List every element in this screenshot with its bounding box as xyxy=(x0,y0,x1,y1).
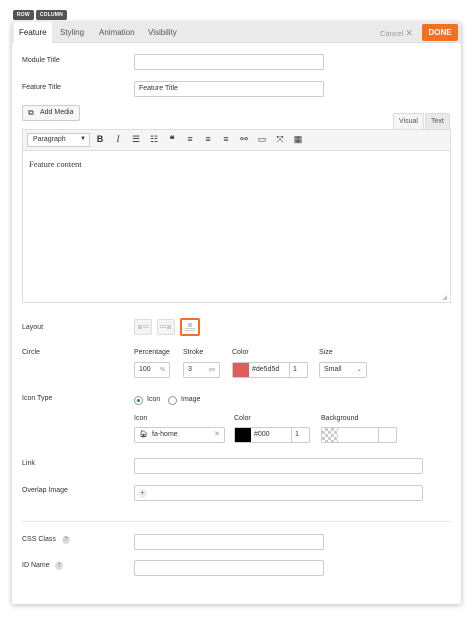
divider xyxy=(22,521,451,522)
circle-color-picker[interactable]: #de5d5d 1 xyxy=(232,362,308,378)
cancel-button[interactable]: Cancel ✕ xyxy=(380,28,413,39)
circle-color-value: #de5d5d xyxy=(252,366,280,373)
format-select[interactable]: Paragraph ▼ xyxy=(27,133,90,147)
icon-type-option-icon: Icon xyxy=(147,396,161,403)
id-name-label: ID Name xyxy=(22,562,50,569)
chevron-down-icon: ▼ xyxy=(80,136,86,142)
icon-type-option-image: Image xyxy=(181,396,201,403)
icon-top-layout-icon xyxy=(185,323,195,331)
breadcrumb: ROW COLUMN xyxy=(13,10,67,20)
css-class-label: CSS Class xyxy=(22,536,56,543)
percentage-label: Percentage xyxy=(134,349,170,356)
circle-color-label: Color xyxy=(232,349,249,356)
layout-label: Layout xyxy=(22,324,44,331)
chevron-down-icon: ⌄ xyxy=(356,366,362,373)
toolbar-toggle-icon[interactable]: ▦ xyxy=(292,134,304,145)
icon-field-value: fa-home xyxy=(152,431,178,438)
done-button[interactable]: DONE xyxy=(422,24,458,41)
content-editor[interactable]: Feature content ◢ xyxy=(22,151,451,303)
size-label: Size xyxy=(319,349,333,356)
tab-styling[interactable]: Styling xyxy=(55,22,89,43)
format-value: Paragraph xyxy=(33,136,66,143)
breadcrumb-column[interactable]: COLUMN xyxy=(35,10,67,20)
tab-visual[interactable]: Visual xyxy=(393,113,424,129)
module-title-input[interactable] xyxy=(134,54,324,70)
align-center-icon[interactable]: ≡ xyxy=(202,134,214,144)
icon-color-label: Color xyxy=(234,415,251,422)
align-right-icon[interactable]: ≡ xyxy=(220,134,232,144)
icon-left-layout-option[interactable] xyxy=(134,319,152,335)
stroke-input[interactable]: 3 px xyxy=(183,362,220,378)
percentage-input[interactable]: 100 % xyxy=(134,362,170,378)
add-image-icon[interactable]: + xyxy=(138,489,147,498)
tab-animation[interactable]: Animation xyxy=(94,22,140,43)
tab-bar: Feature Styling Animation Visibility Can… xyxy=(12,22,461,43)
add-media-button[interactable]: ⧉ Add Media xyxy=(22,105,80,121)
link-icon[interactable]: ⚯ xyxy=(238,134,250,145)
align-left-icon[interactable]: ≡ xyxy=(184,134,196,144)
tab-visibility[interactable]: Visibility xyxy=(143,22,182,43)
stroke-label: Stroke xyxy=(183,349,204,356)
size-value: Small xyxy=(324,366,342,373)
icon-color-value: #000 xyxy=(254,431,270,438)
css-class-input[interactable] xyxy=(134,534,324,550)
media-icon: ⧉ xyxy=(28,108,34,117)
editor-toolbar: Paragraph ▼ B I ☰ ☷ ❝ ≡ ≡ ≡ ⚯ ▭ ⤧ ▦ xyxy=(22,129,451,151)
feature-title-label: Feature Title xyxy=(22,84,61,91)
module-settings-panel: Feature Styling Animation Visibility Can… xyxy=(12,22,461,604)
tab-text[interactable]: Text xyxy=(425,113,450,129)
icon-color-opacity[interactable]: 1 xyxy=(295,431,299,438)
circle-color-opacity[interactable]: 1 xyxy=(293,366,297,373)
icon-right-layout-icon xyxy=(160,325,171,329)
bold-icon[interactable]: B xyxy=(94,134,106,144)
icon-field-label: Icon xyxy=(134,415,148,422)
bullet-list-icon[interactable]: ☰ xyxy=(130,134,142,145)
module-title-label: Module Title xyxy=(22,57,60,64)
icon-type-label: Icon Type xyxy=(22,395,53,402)
blockquote-icon[interactable]: ❝ xyxy=(166,134,178,145)
stroke-value: 3 xyxy=(188,366,192,373)
help-icon[interactable]: ? xyxy=(62,536,70,544)
overlap-image-input[interactable]: + xyxy=(134,485,423,501)
editor-content[interactable]: Feature content xyxy=(29,159,82,169)
breadcrumb-row[interactable]: ROW xyxy=(13,10,34,20)
icon-color-picker[interactable]: #000 1 xyxy=(234,427,310,443)
size-select[interactable]: Small ⌄ xyxy=(319,362,367,378)
stroke-unit: px xyxy=(209,367,215,373)
icon-left-layout-icon xyxy=(138,325,149,329)
background-color-picker[interactable] xyxy=(321,427,397,443)
id-name-input[interactable] xyxy=(134,560,324,576)
link-input[interactable] xyxy=(134,458,423,474)
resize-handle-icon[interactable]: ◢ xyxy=(442,294,447,301)
percentage-unit: % xyxy=(160,367,165,373)
cancel-label: Cancel xyxy=(380,29,404,38)
add-media-label: Add Media xyxy=(40,109,74,116)
read-more-icon[interactable]: ▭ xyxy=(256,134,268,145)
background-label: Background xyxy=(321,415,359,422)
close-icon: ✕ xyxy=(405,28,413,38)
icon-color-swatch[interactable] xyxy=(235,428,251,442)
italic-icon[interactable]: I xyxy=(112,134,124,144)
icon-field-input[interactable]: 🏠︎ fa-home ✕ xyxy=(134,427,225,443)
icon-type-radio-icon[interactable] xyxy=(134,396,143,405)
overlap-image-label: Overlap Image xyxy=(22,487,68,494)
icon-right-layout-option[interactable] xyxy=(157,319,175,335)
circle-label: Circle xyxy=(22,349,40,356)
home-icon: 🏠︎ xyxy=(139,431,148,438)
clear-icon[interactable]: ✕ xyxy=(214,428,220,442)
link-label: Link xyxy=(22,460,35,467)
background-color-swatch[interactable] xyxy=(322,428,338,442)
help-icon[interactable]: ? xyxy=(55,562,63,570)
icon-top-layout-option[interactable] xyxy=(180,318,200,336)
tab-feature[interactable]: Feature xyxy=(14,22,52,43)
feature-title-input[interactable]: Feature Title xyxy=(134,81,324,97)
icon-type-radio-image[interactable] xyxy=(168,396,177,405)
percentage-value: 100 xyxy=(139,366,151,373)
numbered-list-icon[interactable]: ☷ xyxy=(148,134,160,145)
fullscreen-icon[interactable]: ⤧ xyxy=(274,134,286,145)
circle-color-swatch[interactable] xyxy=(233,363,249,377)
